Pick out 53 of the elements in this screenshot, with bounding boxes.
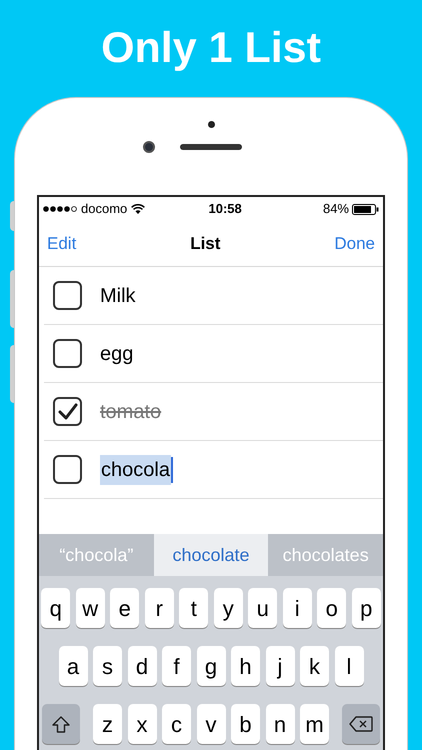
- camera-icon: [143, 141, 155, 153]
- battery-icon: [352, 204, 379, 214]
- check-icon: [58, 402, 78, 420]
- keyboard-key[interactable]: g: [196, 646, 226, 686]
- checkbox[interactable]: [53, 397, 82, 426]
- keyboard-key[interactable]: b: [231, 704, 260, 744]
- keyboard-key[interactable]: r: [144, 588, 174, 628]
- suggestion-item[interactable]: chocolate: [154, 534, 268, 576]
- checkbox[interactable]: [53, 339, 82, 368]
- speaker-grille: [180, 144, 242, 150]
- keyboard-key[interactable]: i: [282, 588, 312, 628]
- keyboard-key[interactable]: p: [352, 588, 381, 628]
- checkbox[interactable]: [53, 455, 82, 484]
- edit-button[interactable]: Edit: [47, 230, 76, 256]
- keyboard-key[interactable]: c: [162, 704, 191, 744]
- shift-key[interactable]: [42, 704, 80, 744]
- keyboard-key[interactable]: x: [128, 704, 156, 744]
- delete-key[interactable]: [342, 704, 380, 744]
- keyboard-key[interactable]: f: [162, 646, 191, 686]
- keyboard-key[interactable]: o: [317, 588, 346, 628]
- keyboard-key[interactable]: v: [196, 704, 226, 744]
- keyboard-key[interactable]: y: [214, 588, 243, 628]
- keyboard-key[interactable]: t: [179, 588, 208, 628]
- item-text: egg: [100, 342, 134, 366]
- wifi-icon: [131, 204, 146, 214]
- keyboard-key[interactable]: l: [334, 646, 364, 686]
- item-text: tomato: [100, 400, 162, 424]
- delete-icon: [349, 716, 373, 732]
- keyboard-key[interactable]: n: [266, 704, 294, 744]
- done-button[interactable]: Done: [334, 230, 375, 256]
- keyboard-key[interactable]: q: [41, 588, 70, 628]
- text-cursor: [170, 456, 173, 482]
- keyboard-key[interactable]: a: [58, 646, 88, 686]
- keyboard-key[interactable]: j: [266, 646, 294, 686]
- carrier-name: docomo: [81, 200, 128, 218]
- battery-percent: 84%: [322, 200, 349, 218]
- keyboard-key[interactable]: u: [248, 588, 278, 628]
- headline: Only 1 List: [101, 23, 321, 74]
- keyboard-key[interactable]: e: [110, 588, 140, 628]
- keyboard-key[interactable]: m: [300, 704, 329, 744]
- nav-title: List: [190, 232, 220, 255]
- keyboard-key[interactable]: d: [128, 646, 156, 686]
- keyboard-key[interactable]: h: [231, 646, 260, 686]
- keyboard-key[interactable]: s: [93, 646, 122, 686]
- keyboard-key[interactable]: w: [76, 588, 105, 628]
- status-time: 10:58: [208, 200, 242, 218]
- item-text: Milk: [100, 284, 136, 308]
- keyboard-key[interactable]: k: [300, 646, 329, 686]
- checkbox[interactable]: [53, 281, 82, 310]
- item-text-field[interactable]: chocola: [100, 454, 171, 484]
- signal-icon: [43, 206, 77, 212]
- shift-icon: [52, 716, 70, 732]
- keyboard-key[interactable]: z: [93, 704, 122, 744]
